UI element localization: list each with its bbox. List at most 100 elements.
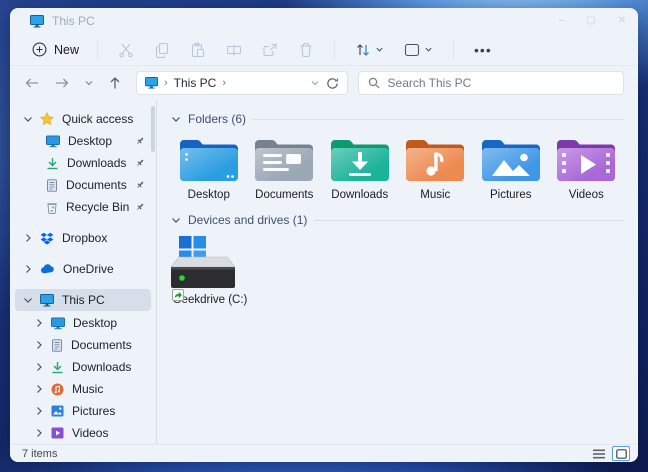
file-explorer-window: This PC – ▢ ✕ New xyxy=(10,8,638,462)
see-more-button[interactable]: ••• xyxy=(464,42,502,58)
search-icon xyxy=(368,77,380,89)
status-bar: 7 items xyxy=(10,444,638,462)
desktop-wallpaper: This PC – ▢ ✕ New xyxy=(0,0,648,472)
sidebar-item-pc-music[interactable]: Music xyxy=(15,378,151,400)
pin-icon[interactable] xyxy=(135,136,145,146)
music-icon xyxy=(51,383,64,396)
this-pc-icon xyxy=(40,294,54,307)
section-divider xyxy=(314,220,624,221)
pin-icon[interactable] xyxy=(135,202,145,212)
close-button[interactable]: ✕ xyxy=(618,16,626,26)
chevron-right-icon[interactable] xyxy=(34,340,44,350)
green-shortcut-arrow-icon xyxy=(172,289,184,301)
drive-tile-geekdrive-c[interactable]: Geekdrive (C:) xyxy=(171,236,249,306)
folders-section-header[interactable]: Folders (6) xyxy=(171,112,624,126)
chevron-down-icon xyxy=(375,45,384,54)
sidebar-item-this-pc[interactable]: This PC xyxy=(15,289,151,311)
paste-button[interactable] xyxy=(180,38,216,62)
chevron-down-icon[interactable] xyxy=(23,114,33,124)
folder-tile-documents[interactable]: Documents xyxy=(247,135,323,201)
items-count: 7 items xyxy=(22,448,57,460)
downloads-icon xyxy=(46,157,59,170)
rename-button[interactable] xyxy=(216,38,252,62)
sidebar-scrollbar[interactable] xyxy=(151,106,155,152)
command-toolbar: New xyxy=(10,34,638,66)
sidebar-item-pc-pictures[interactable]: Pictures xyxy=(15,400,151,422)
dropbox-icon xyxy=(40,232,54,245)
sidebar-item-pc-downloads[interactable]: Downloads xyxy=(15,356,151,378)
address-bar[interactable]: › This PC › xyxy=(136,71,348,95)
chevron-right-icon[interactable] xyxy=(34,428,44,438)
copy-button[interactable] xyxy=(144,38,180,62)
this-pc-icon xyxy=(145,77,158,89)
documents-icon xyxy=(51,339,63,352)
refresh-icon[interactable] xyxy=(326,77,339,90)
forward-button[interactable] xyxy=(54,76,70,90)
address-dropdown-chevron-icon[interactable] xyxy=(310,78,320,88)
recent-locations-chevron-icon[interactable] xyxy=(84,78,94,88)
folder-tile-desktop[interactable]: Desktop xyxy=(171,135,247,201)
view-layout-icon xyxy=(404,43,420,57)
desktop-icon xyxy=(51,317,65,330)
sidebar-item-pc-desktop[interactable]: Desktop xyxy=(15,312,151,334)
search-box[interactable] xyxy=(358,71,624,95)
folders-grid: Desktop Documents xyxy=(171,135,624,201)
folder-tile-pictures[interactable]: Pictures xyxy=(473,135,549,201)
large-thumbnails-view-button[interactable] xyxy=(612,446,630,461)
chevron-down-icon[interactable] xyxy=(23,295,33,305)
pin-icon[interactable] xyxy=(135,158,145,168)
chevron-down-icon xyxy=(171,215,181,225)
folder-tile-music[interactable]: Music xyxy=(398,135,474,201)
address-row: › This PC › xyxy=(10,66,638,100)
sidebar-item-dropbox[interactable]: Dropbox xyxy=(15,227,151,249)
new-button[interactable]: New xyxy=(24,38,87,61)
sidebar-item-documents[interactable]: Documents xyxy=(15,174,151,196)
devices-section-header[interactable]: Devices and drives (1) xyxy=(171,213,624,227)
hard-drive-icon xyxy=(171,256,249,291)
chevron-right-icon[interactable] xyxy=(23,233,33,243)
chevron-right-icon[interactable] xyxy=(34,318,44,328)
this-pc-icon xyxy=(30,15,44,28)
search-input[interactable] xyxy=(388,76,614,90)
toolbar-separator xyxy=(334,40,335,60)
documents-icon xyxy=(46,179,58,192)
navigation-pane: Quick access Desktop Downloads Documents xyxy=(10,100,157,444)
sidebar-item-pc-videos[interactable]: Videos xyxy=(15,422,151,444)
cut-button[interactable] xyxy=(108,38,144,62)
maximize-button[interactable]: ▢ xyxy=(586,16,595,26)
sort-button[interactable] xyxy=(349,38,390,62)
chevron-right-icon[interactable] xyxy=(34,384,44,394)
folder-tile-videos[interactable]: Videos xyxy=(549,135,625,201)
chevron-down-icon xyxy=(424,45,433,54)
drives-grid: Geekdrive (C:) xyxy=(171,236,624,306)
recycle-bin-icon xyxy=(46,201,58,214)
chevron-right-icon[interactable] xyxy=(34,406,44,416)
chevron-right-icon[interactable] xyxy=(23,264,33,274)
back-button[interactable] xyxy=(24,76,40,90)
sidebar-item-recycle-bin[interactable]: Recycle Bin xyxy=(15,196,151,218)
sidebar-item-onedrive[interactable]: OneDrive xyxy=(15,258,151,280)
chevron-down-icon xyxy=(171,114,181,124)
videos-icon xyxy=(51,427,64,439)
sidebar-item-desktop[interactable]: Desktop xyxy=(15,130,151,152)
breadcrumb-this-pc[interactable]: This PC xyxy=(174,76,217,90)
minimize-button[interactable]: – xyxy=(559,16,565,26)
sidebar-item-quick-access[interactable]: Quick access xyxy=(15,108,151,130)
star-icon xyxy=(40,112,54,126)
sidebar-item-pc-documents[interactable]: Documents xyxy=(15,334,151,356)
folder-pictures-icon xyxy=(480,135,542,185)
sidebar-item-downloads[interactable]: Downloads xyxy=(15,152,151,174)
view-button[interactable] xyxy=(398,39,439,61)
folder-tile-downloads[interactable]: Downloads xyxy=(322,135,398,201)
breadcrumb-separator: › xyxy=(222,77,226,89)
breadcrumb-separator: › xyxy=(164,77,168,89)
section-divider xyxy=(253,119,624,120)
up-button[interactable] xyxy=(108,76,122,90)
pictures-icon xyxy=(51,405,64,417)
delete-button[interactable] xyxy=(288,38,324,62)
share-button[interactable] xyxy=(252,38,288,62)
chevron-right-icon[interactable] xyxy=(34,362,44,372)
details-view-button[interactable] xyxy=(590,446,608,461)
sort-arrows-icon xyxy=(355,42,371,58)
pin-icon[interactable] xyxy=(135,180,145,190)
